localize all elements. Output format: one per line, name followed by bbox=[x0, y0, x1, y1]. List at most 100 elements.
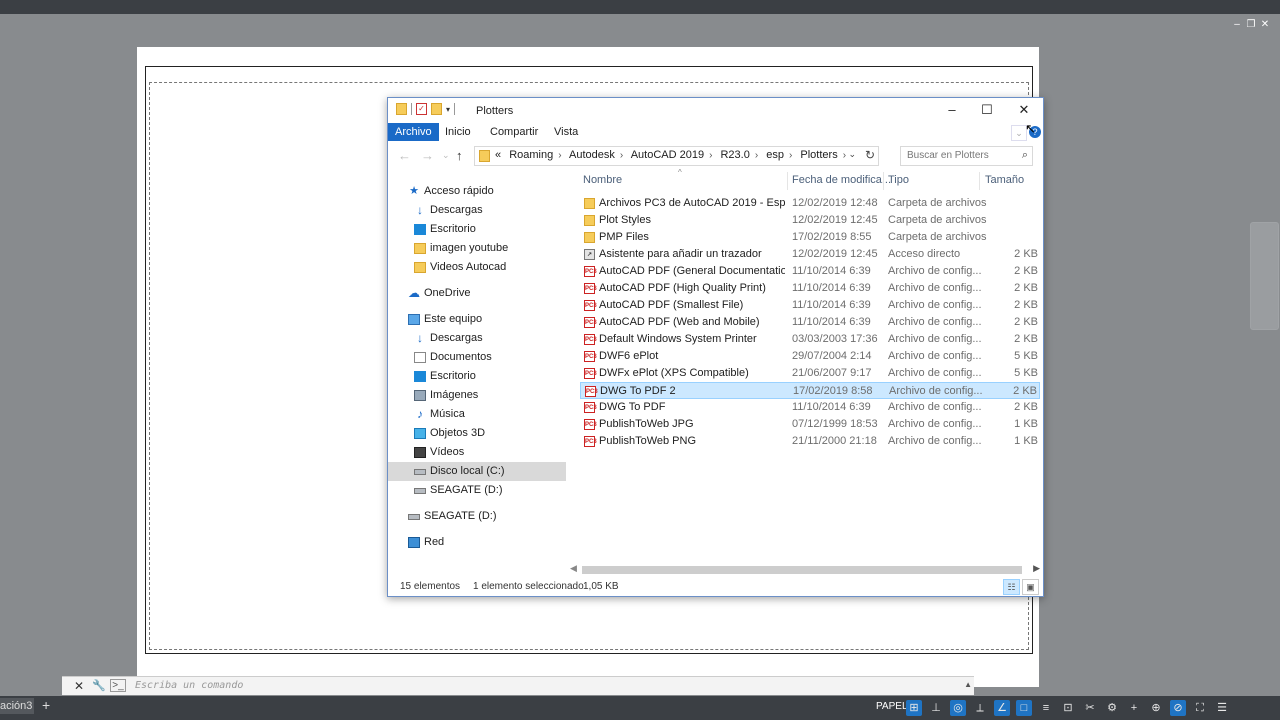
wrench-icon[interactable]: 🔧 bbox=[92, 679, 106, 692]
nav-item-videos[interactable]: Vídeos bbox=[388, 443, 566, 462]
column-divider[interactable] bbox=[787, 172, 788, 190]
nav-item-descargas-pc[interactable]: ↓ Descargas bbox=[388, 329, 566, 348]
tab-compartir[interactable]: Compartir bbox=[483, 123, 545, 141]
file-row[interactable]: PC3 AutoCAD PDF (High Quality Print) 11/10… bbox=[580, 280, 1040, 297]
file-row[interactable]: PC3 AutoCAD PDF (General Documentation) 11… bbox=[580, 263, 1040, 280]
up-arrow-icon[interactable]: ↑ bbox=[456, 148, 463, 163]
scroll-left-icon[interactable]: ◀ bbox=[570, 563, 577, 574]
column-divider[interactable] bbox=[979, 172, 980, 190]
breadcrumb-item[interactable]: Plotters bbox=[800, 149, 837, 161]
breadcrumb-item[interactable]: Roaming bbox=[509, 149, 553, 161]
snap-icon[interactable]: ⊥ bbox=[928, 700, 944, 716]
osnap-icon[interactable]: ∠ bbox=[994, 700, 1010, 716]
file-row[interactable]: PC3 PublishToWeb JPG 07/12/1999 18:53 Archi… bbox=[580, 416, 1040, 433]
nav-item-disco-local-c[interactable]: Disco local (C:) bbox=[388, 462, 566, 481]
close-button[interactable]: ✕ bbox=[1009, 102, 1039, 118]
scroll-right-icon[interactable]: ▶ bbox=[1033, 563, 1040, 574]
column-header-name[interactable]: Nombre bbox=[583, 174, 622, 186]
nav-item-escritorio-pc[interactable]: Escritorio bbox=[388, 367, 566, 386]
search-box[interactable]: Buscar en Plotters ⌕ bbox=[900, 146, 1033, 166]
fullscreen-icon[interactable]: ⛶ bbox=[1192, 700, 1208, 716]
close-icon[interactable]: ✕ bbox=[1260, 20, 1270, 30]
close-icon[interactable]: ✕ bbox=[74, 679, 84, 693]
breadcrumb-item[interactable]: AutoCAD 2019 bbox=[631, 149, 704, 161]
chevron-right-icon[interactable]: › bbox=[843, 150, 846, 161]
minimize-icon[interactable]: – bbox=[1232, 20, 1242, 30]
back-arrow-icon[interactable]: ← bbox=[398, 148, 411, 163]
selection-cycling-icon[interactable]: ⊡ bbox=[1060, 700, 1076, 716]
file-row[interactable]: PC3 DWF6 ePlot 29/07/2004 2:14 Archivo de c… bbox=[580, 348, 1040, 365]
file-row[interactable]: PC3 AutoCAD PDF (Web and Mobile) 11/10/201… bbox=[580, 314, 1040, 331]
annotation-scale-icon[interactable]: ✂ bbox=[1082, 700, 1098, 716]
file-row[interactable]: Plot Styles 12/02/2019 12:45 Carpeta de ar… bbox=[580, 212, 1040, 229]
nav-item-seagate-d-root[interactable]: SEAGATE (D:) bbox=[388, 507, 566, 526]
nav-item-seagate-d[interactable]: SEAGATE (D:) bbox=[388, 481, 566, 500]
command-input[interactable]: Escriba un comando bbox=[135, 680, 243, 691]
properties-icon[interactable]: ✓ bbox=[416, 103, 427, 115]
horizontal-scrollbar[interactable]: ◀ ▶ bbox=[568, 563, 1043, 577]
nav-item-videos-autocad[interactable]: Videos Autocad bbox=[388, 258, 566, 277]
scrollbar-thumb[interactable] bbox=[582, 566, 1022, 574]
file-row[interactable]: PC3 DWFx ePlot (XPS Compatible) 21/06/2007… bbox=[580, 365, 1040, 382]
file-row[interactable]: ↗ Asistente para añadir un trazador 12/02/… bbox=[580, 246, 1040, 263]
nav-item-imagenes[interactable]: Imágenes bbox=[388, 386, 566, 405]
chevron-down-icon[interactable]: ▾ bbox=[446, 105, 450, 114]
file-row[interactable]: PC3 PublishToWeb PNG 21/11/2000 21:18 Archi… bbox=[580, 433, 1040, 450]
maximize-button[interactable]: ☐ bbox=[972, 102, 1002, 118]
forward-arrow-icon[interactable]: → bbox=[421, 148, 434, 163]
nav-item-documentos[interactable]: Documentos bbox=[388, 348, 566, 367]
caret-up-icon[interactable]: ▲ bbox=[964, 680, 972, 689]
file-row-selected[interactable]: PC3 DWG To PDF 2 17/02/2019 8:58 Archivo de… bbox=[580, 382, 1040, 399]
isolate-icon[interactable]: ⊘ bbox=[1170, 700, 1186, 716]
nav-item-acceso-rapido[interactable]: ★ Acceso rápido bbox=[388, 182, 566, 201]
recent-chevron-icon[interactable]: ⌄ bbox=[442, 150, 450, 161]
new-folder-icon[interactable] bbox=[431, 103, 442, 115]
chevron-right-icon[interactable]: › bbox=[789, 150, 792, 161]
gear-icon[interactable]: ⚙ bbox=[1104, 700, 1120, 716]
address-bar[interactable]: « Roaming › Autodesk › AutoCAD 2019 › R23.0… bbox=[474, 146, 879, 166]
breadcrumb-overflow[interactable]: « bbox=[495, 149, 501, 161]
polar-icon[interactable]: ◎ bbox=[950, 700, 966, 716]
nav-item-descargas[interactable]: ↓ Descargas bbox=[388, 201, 566, 220]
file-row[interactable]: Archivos PC3 de AutoCAD 2019 - Españo...… bbox=[580, 195, 1040, 212]
chevron-right-icon[interactable]: › bbox=[620, 150, 623, 161]
object-snap-icon[interactable]: □ bbox=[1016, 700, 1032, 716]
column-header-type[interactable]: Tipo bbox=[888, 174, 909, 186]
minimize-button[interactable]: – bbox=[937, 102, 967, 118]
nav-item-objetos-3d[interactable]: Objetos 3D bbox=[388, 424, 566, 443]
column-header-date[interactable]: Fecha de modifica... bbox=[792, 174, 891, 186]
nav-item-este-equipo[interactable]: Este equipo bbox=[388, 310, 566, 329]
nav-item-escritorio[interactable]: Escritorio bbox=[388, 220, 566, 239]
isodraft-icon[interactable]: ⟂ bbox=[972, 700, 988, 716]
lineweight-icon[interactable]: ≡ bbox=[1038, 700, 1054, 716]
search-input[interactable]: Buscar en Plotters bbox=[907, 150, 989, 161]
layout-tab[interactable]: ación3 bbox=[0, 698, 34, 714]
add-layout-icon[interactable]: + bbox=[42, 697, 50, 713]
breadcrumb-item[interactable]: Autodesk bbox=[569, 149, 615, 161]
file-row[interactable]: PC3 AutoCAD PDF (Smallest File) 11/10/2014… bbox=[580, 297, 1040, 314]
chevron-right-icon[interactable]: › bbox=[755, 150, 758, 161]
chevron-right-icon[interactable]: › bbox=[709, 150, 712, 161]
tab-vista[interactable]: Vista bbox=[547, 123, 585, 141]
column-header-size[interactable]: Tamaño bbox=[985, 174, 1024, 186]
breadcrumb-item[interactable]: R23.0 bbox=[720, 149, 749, 161]
file-row[interactable]: PMP Files 17/02/2019 8:55 Carpeta de archi… bbox=[580, 229, 1040, 246]
search-icon[interactable]: ⌕ bbox=[1022, 149, 1028, 162]
column-divider[interactable] bbox=[883, 172, 884, 190]
navigation-bar[interactable] bbox=[1250, 222, 1279, 330]
customize-icon[interactable]: ☰ bbox=[1214, 700, 1230, 716]
file-row[interactable]: PC3 DWG To PDF 11/10/2014 6:39 Archivo de c… bbox=[580, 399, 1040, 416]
units-icon[interactable]: ⊕ bbox=[1148, 700, 1164, 716]
details-view-icon[interactable]: ☷ bbox=[1003, 579, 1020, 595]
chevron-right-icon[interactable]: › bbox=[558, 150, 561, 161]
restore-icon[interactable]: ❐ bbox=[1246, 20, 1256, 30]
command-prompt-icon[interactable]: >_ bbox=[110, 679, 126, 692]
nav-item-musica[interactable]: ♪ Música bbox=[388, 405, 566, 424]
nav-item-onedrive[interactable]: ☁ OneDrive bbox=[388, 284, 566, 303]
file-row[interactable]: PC3 Default Windows System Printer 03/03/2… bbox=[580, 331, 1040, 348]
paper-space-toggle[interactable]: PAPEL bbox=[876, 701, 908, 712]
large-icons-view-icon[interactable]: ▣ bbox=[1022, 579, 1039, 595]
tab-archivo[interactable]: Archivo bbox=[388, 123, 439, 141]
chevron-down-icon[interactable]: ⌄ bbox=[848, 149, 856, 160]
nav-item-red[interactable]: Red bbox=[388, 533, 566, 552]
